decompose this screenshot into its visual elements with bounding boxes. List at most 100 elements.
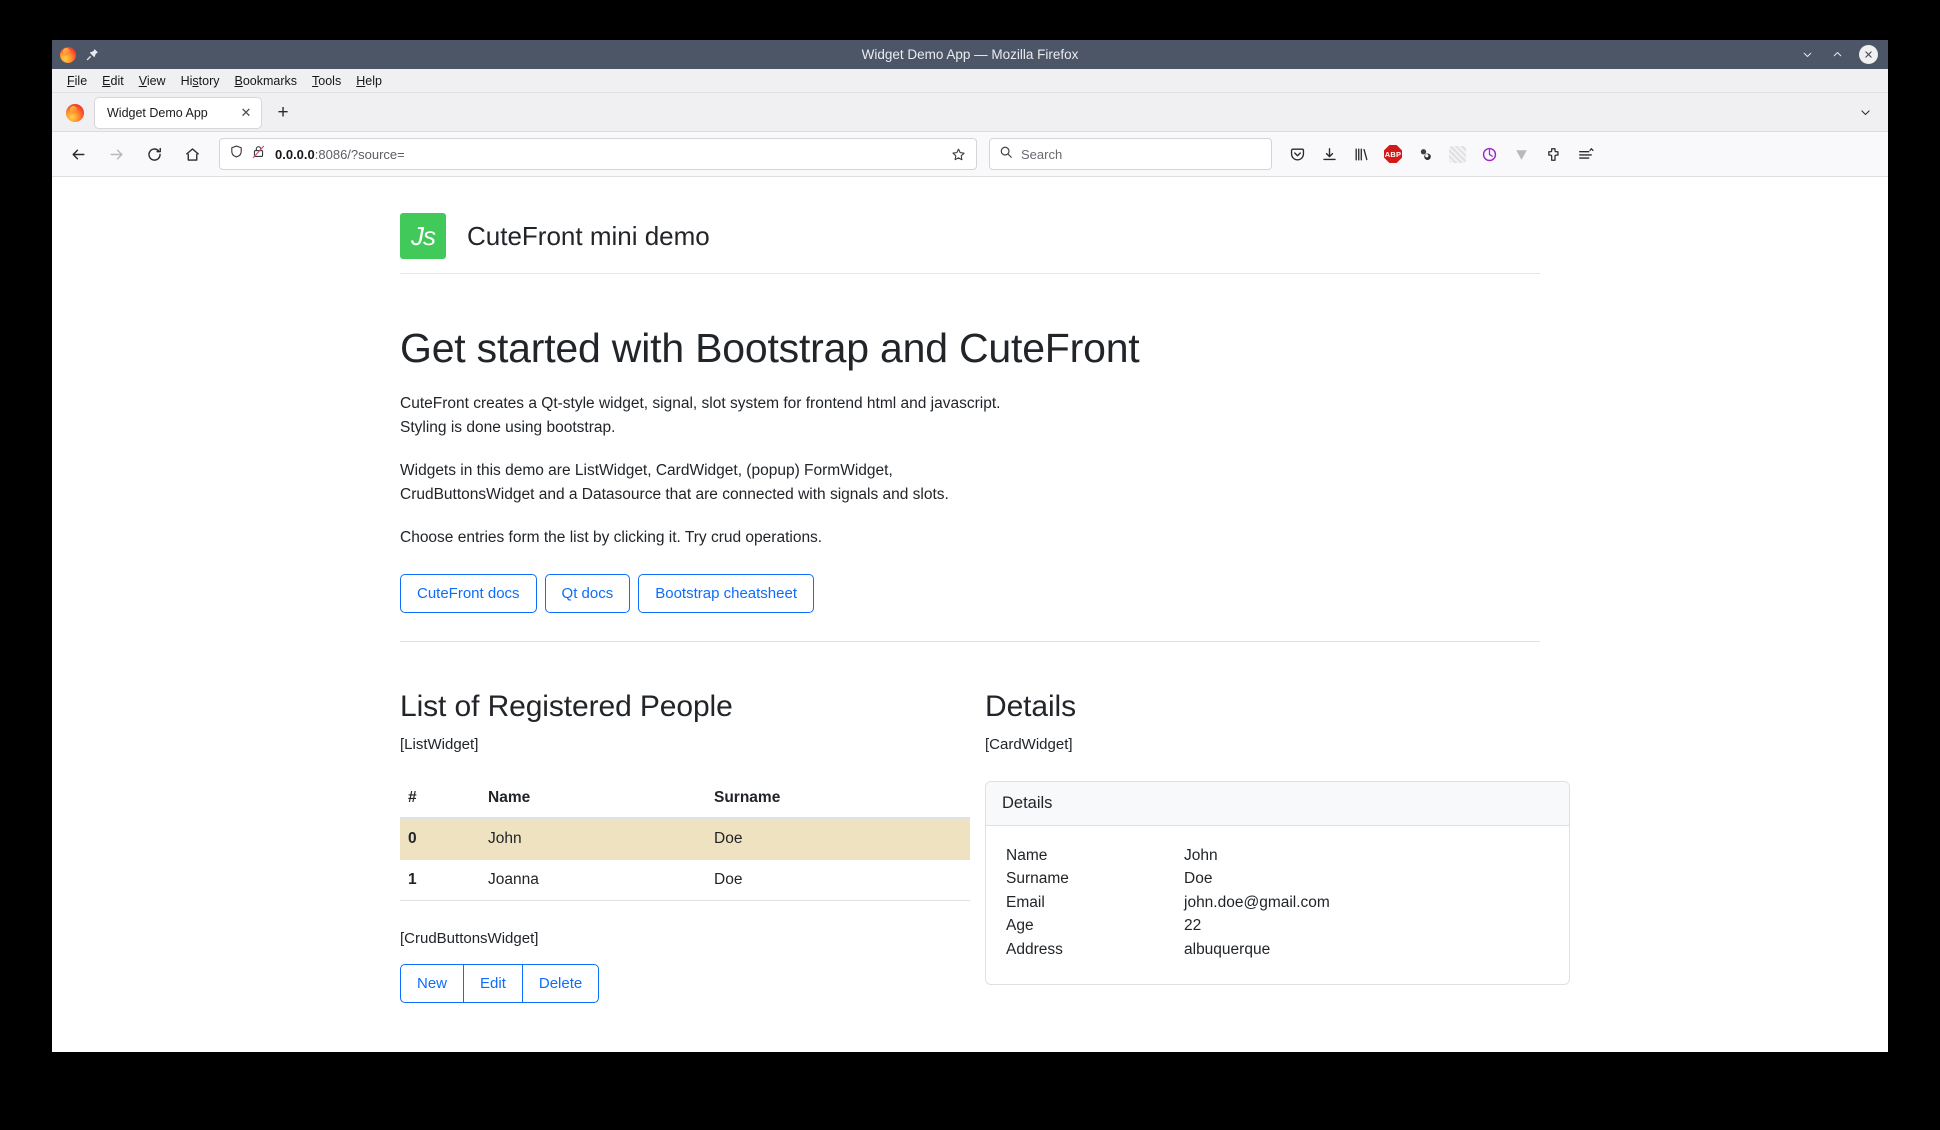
list-section-title: List of Registered People <box>400 690 733 724</box>
title-bar: Widget Demo App — Mozilla Firefox <box>52 40 1888 69</box>
cell-name: John <box>480 818 706 861</box>
field-label-address: Address <box>1006 940 1063 958</box>
cell-index: 1 <box>400 859 480 902</box>
adblock-plus-icon[interactable]: ABP <box>1378 139 1408 169</box>
menu-help[interactable]: Help <box>349 73 389 89</box>
url-text: 0.0.0.0:8086/?source= <box>275 147 948 162</box>
ghostery-glyph <box>1448 145 1466 163</box>
hero-paragraph-1: CuteFront creates a Qt-style widget, sig… <box>400 395 1001 437</box>
page-container: Js CuteFront mini demo Get started with … <box>385 177 1570 1052</box>
privacy-badger-icon[interactable] <box>1410 139 1440 169</box>
people-table: # Name Surname 0 John Doe 1 Joanna Doe <box>400 781 970 902</box>
details-row-surname: Surname Doe <box>1006 868 1330 891</box>
reload-icon[interactable] <box>138 138 170 170</box>
menu-view[interactable]: View <box>132 73 173 89</box>
title-bar-left <box>60 46 100 63</box>
menu-history[interactable]: History <box>174 73 227 89</box>
field-value-age: 22 <box>1184 917 1202 935</box>
menu-tools[interactable]: Tools <box>305 73 348 89</box>
maximize-button[interactable] <box>1829 47 1845 63</box>
details-card-body: Name John Surname Doe Email john.doe@gma… <box>986 826 1569 983</box>
url-path: :8086/?source= <box>314 146 405 162</box>
page-viewport: Js CuteFront mini demo Get started with … <box>52 177 1888 1052</box>
search-input-placeholder: Search <box>1021 146 1063 162</box>
edit-button[interactable]: Edit <box>463 964 523 1004</box>
field-value-address: albuquerque <box>1184 940 1271 958</box>
new-button[interactable]: New <box>400 964 465 1004</box>
field-label-name: Name <box>1006 846 1048 864</box>
doc-links-group: CuteFront docs Qt docs Bootstrap cheatsh… <box>400 574 1540 614</box>
lock-crossed-icon[interactable] <box>251 144 266 164</box>
video-downloader-icon[interactable] <box>1506 139 1536 169</box>
library-icon[interactable] <box>1346 139 1376 169</box>
search-bar[interactable]: Search <box>989 138 1272 170</box>
shield-icon[interactable] <box>229 144 244 164</box>
new-tab-button[interactable]: + <box>270 100 296 126</box>
details-section-title: Details <box>985 690 1076 724</box>
details-column: Details [CardWidget] Details Name John S… <box>985 690 1570 1003</box>
list-widget-tag: [ListWidget] <box>400 736 479 754</box>
menu-bookmarks[interactable]: Bookmarks <box>228 73 305 89</box>
table-row[interactable]: 0 John Doe <box>400 818 970 861</box>
column-header-name: Name <box>480 781 706 820</box>
tab-widget-demo-app[interactable]: Widget Demo App ✕ <box>94 96 262 129</box>
details-card: Details Name John Surname Doe Email john… <box>985 781 1570 985</box>
crud-widget-tag: [CrudButtonsWidget] <box>400 930 539 948</box>
details-row-age: Age 22 <box>1006 915 1330 938</box>
url-host: 0.0.0.0 <box>275 146 315 162</box>
close-icon[interactable]: ✕ <box>238 105 254 121</box>
chevron-down-icon[interactable] <box>1852 100 1878 126</box>
card-widget-tag: [CardWidget] <box>985 736 1073 754</box>
hero-paragraph-2: Widgets in this demo are ListWidget, Car… <box>400 462 949 504</box>
close-button[interactable] <box>1859 45 1878 64</box>
table-head: # Name Surname <box>400 781 970 820</box>
navigation-toolbar: 0.0.0.0:8086/?source= Search ABP <box>52 132 1888 177</box>
js-logo-icon: Js <box>400 213 446 259</box>
delete-button[interactable]: Delete <box>521 964 600 1004</box>
cell-surname: Doe <box>706 818 970 861</box>
field-value-name: John <box>1184 846 1218 864</box>
search-icon <box>999 145 1013 164</box>
back-icon[interactable] <box>62 138 94 170</box>
column-header-surname: Surname <box>706 781 970 820</box>
bootstrap-cheatsheet-button[interactable]: Bootstrap cheatsheet <box>638 574 814 614</box>
details-row-name: Name John <box>1006 844 1330 867</box>
menu-file[interactable]: File <box>60 73 94 89</box>
downloads-icon[interactable] <box>1314 139 1344 169</box>
cookie-autodelete-icon[interactable] <box>1474 139 1504 169</box>
details-field-table: Name John Surname Doe Email john.doe@gma… <box>1006 844 1330 961</box>
app-menu-icon[interactable] <box>1570 139 1600 169</box>
details-row-address: Address albuquerque <box>1006 938 1330 961</box>
list-column: List of Registered People [ListWidget] #… <box>400 690 985 1004</box>
main-columns: List of Registered People [ListWidget] #… <box>400 690 1570 1004</box>
pin-icon[interactable] <box>85 47 100 62</box>
field-value-email: john.doe@gmail.com <box>1184 893 1330 911</box>
brand-title: CuteFront mini demo <box>467 220 710 251</box>
window-title: Widget Demo App — Mozilla Firefox <box>861 47 1079 62</box>
crud-buttons-group: New Edit Delete <box>400 964 970 1004</box>
qt-docs-button[interactable]: Qt docs <box>544 574 631 614</box>
extensions-icon[interactable] <box>1538 139 1568 169</box>
cell-index: 0 <box>400 818 480 861</box>
pocket-icon[interactable] <box>1282 139 1312 169</box>
table-header-row: # Name Surname <box>400 781 970 820</box>
browser-window: Widget Demo App — Mozilla Firefox File E… <box>52 40 1888 1052</box>
home-icon[interactable] <box>176 138 208 170</box>
cell-surname: Doe <box>706 859 970 902</box>
ghostery-icon[interactable] <box>1442 139 1472 169</box>
field-value-surname: Doe <box>1184 870 1213 888</box>
field-label-email: Email <box>1006 893 1045 911</box>
star-icon[interactable] <box>948 144 968 164</box>
table-row[interactable]: 1 Joanna Doe <box>400 859 970 902</box>
adblock-plus-badge: ABP <box>1384 145 1402 163</box>
cutefront-docs-button[interactable]: CuteFront docs <box>400 574 537 614</box>
forward-icon[interactable] <box>100 138 132 170</box>
window-controls <box>1799 45 1880 64</box>
url-bar[interactable]: 0.0.0.0:8086/?source= <box>219 138 977 170</box>
menu-edit[interactable]: Edit <box>95 73 131 89</box>
tab-strip: Widget Demo App ✕ + <box>52 93 1888 132</box>
minimize-button[interactable] <box>1799 47 1815 63</box>
menu-bar: File Edit View History Bookmarks Tools H… <box>52 69 1888 93</box>
table-body: 0 John Doe 1 Joanna Doe <box>400 818 970 902</box>
field-label-surname: Surname <box>1006 870 1069 888</box>
